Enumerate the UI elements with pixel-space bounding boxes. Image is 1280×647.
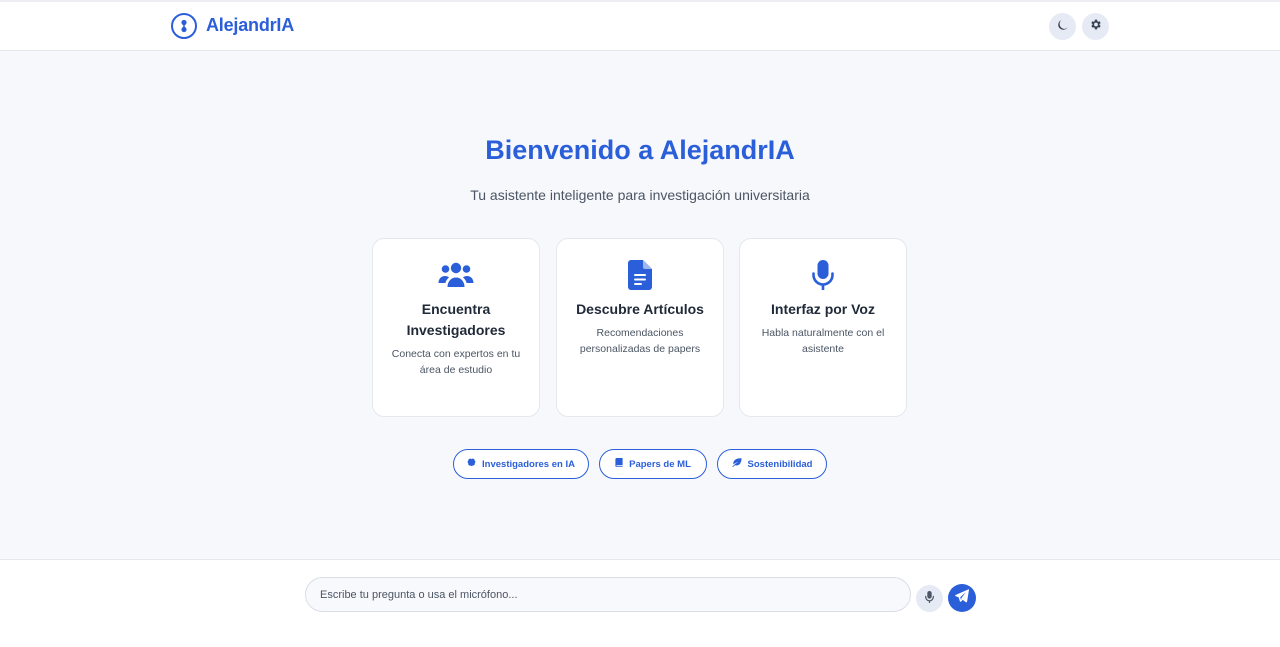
leaf-icon xyxy=(731,458,742,470)
send-button[interactable] xyxy=(948,584,976,612)
microphone-icon xyxy=(758,259,888,291)
suggestion-chip-sustainability[interactable]: Sostenibilidad xyxy=(717,449,827,479)
top-nav-bar: AlejandrIA xyxy=(0,0,1280,51)
theme-toggle-button[interactable] xyxy=(1049,13,1076,40)
chip-label: Investigadores en IA xyxy=(482,458,575,470)
brand-name: AlejandrIA xyxy=(206,15,295,35)
welcome-subtitle: Tu asistente inteligente para investigac… xyxy=(470,187,810,203)
suggestion-chip-ai-researchers[interactable]: Investigadores en IA xyxy=(453,449,589,479)
settings-button[interactable] xyxy=(1082,13,1109,40)
feature-title: Descubre Artículos xyxy=(576,301,704,317)
voice-input-button[interactable] xyxy=(916,585,943,612)
paper-plane-icon xyxy=(955,588,970,608)
feature-title: Encuentra Investigadores xyxy=(406,301,506,338)
feature-description: Conecta con expertos en tu área de estud… xyxy=(391,348,521,376)
feature-description: Recomendaciones personalizadas de papers xyxy=(579,327,701,355)
users-icon xyxy=(391,259,521,291)
chat-input-bar xyxy=(0,559,1280,647)
feature-card-voice: Interfaz por Voz Habla naturalmente con … xyxy=(739,238,907,417)
feature-title: Interfaz por Voz xyxy=(771,301,875,317)
brain-circle-icon xyxy=(171,12,197,39)
welcome-title: Bienvenido a AlejandrIA xyxy=(485,135,795,165)
suggestion-chip-ml-papers[interactable]: Papers de ML xyxy=(599,449,707,479)
brand-home-link[interactable]: AlejandrIA xyxy=(171,12,294,39)
microphone-icon xyxy=(925,590,934,608)
brain-icon xyxy=(467,458,476,470)
gear-icon xyxy=(1089,18,1102,36)
document-icon xyxy=(575,259,705,291)
feature-description: Habla naturalmente con el asistente xyxy=(761,327,885,355)
feature-card-researchers: Encuentra Investigadores Conecta con exp… xyxy=(372,238,540,417)
book-icon xyxy=(615,458,623,470)
chip-label: Sostenibilidad xyxy=(747,458,813,470)
chat-input[interactable] xyxy=(305,577,911,612)
feature-card-articles: Descubre Artículos Recomendaciones perso… xyxy=(556,238,724,417)
chip-label: Papers de ML xyxy=(629,458,691,470)
moon-icon xyxy=(1057,18,1069,36)
